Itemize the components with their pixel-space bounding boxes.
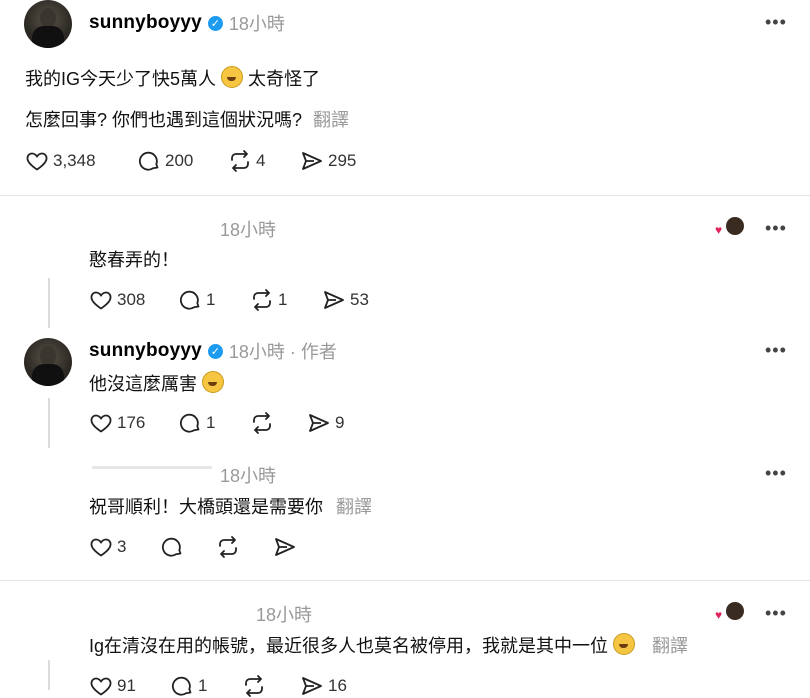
share-count: 53 xyxy=(350,290,369,309)
repost-count: 1 xyxy=(278,290,288,309)
like-count: 3 xyxy=(117,537,127,556)
reply-text: 他沒這麼厲害 xyxy=(89,370,225,396)
reply-button[interactable] xyxy=(160,535,184,559)
reply-button[interactable]: 1 xyxy=(178,411,215,435)
repost-icon xyxy=(219,536,237,558)
like-button[interactable]: 176 xyxy=(89,411,145,435)
reply-count: 1 xyxy=(206,290,216,309)
timestamp-author-tag[interactable]: 18小時 · 作者 xyxy=(229,338,337,364)
send-icon xyxy=(275,538,295,556)
heart-icon: ♥ xyxy=(715,608,723,622)
reply-button[interactable]: 1 xyxy=(178,288,215,312)
repost-icon xyxy=(253,412,271,434)
send-icon xyxy=(324,291,344,309)
repost-count: 4 xyxy=(256,151,266,170)
share-count: 16 xyxy=(328,676,347,695)
like-count: 91 xyxy=(117,676,136,695)
share-count: 9 xyxy=(335,413,345,432)
thread-line xyxy=(48,398,50,448)
reply-count: 1 xyxy=(198,676,208,695)
laughing-emoji-icon xyxy=(202,371,225,393)
like-count: 308 xyxy=(117,290,146,309)
comment-icon xyxy=(139,151,159,171)
repost-icon xyxy=(253,289,271,311)
thread-line xyxy=(48,660,50,690)
share-button[interactable]: 295 xyxy=(300,149,356,173)
translate-link[interactable]: 翻譯 xyxy=(313,110,349,130)
more-options-button[interactable]: ••• xyxy=(765,463,787,484)
heart-icon xyxy=(90,538,112,557)
avatar[interactable] xyxy=(24,338,72,386)
liked-by-author-avatar xyxy=(726,217,744,235)
like-button[interactable]: 3,348 xyxy=(25,149,96,173)
reply-text: 祝哥順利！大橋頭還是需要你 翻譯 xyxy=(89,497,373,517)
comment-icon xyxy=(180,413,200,433)
verified-badge-icon: ✓ xyxy=(207,15,223,31)
send-icon xyxy=(302,152,322,170)
divider xyxy=(0,195,810,196)
like-count: 176 xyxy=(117,413,146,432)
translate-link[interactable]: 翻譯 xyxy=(652,636,688,656)
like-button[interactable]: 91 xyxy=(89,674,136,698)
more-options-button[interactable]: ••• xyxy=(765,12,787,33)
heart-icon: ♥ xyxy=(715,223,723,237)
send-icon xyxy=(309,414,329,432)
reply-count: 1 xyxy=(206,413,216,432)
avatar[interactable] xyxy=(24,0,72,48)
share-button[interactable]: 53 xyxy=(322,288,369,312)
repost-icon xyxy=(245,675,263,697)
translate-link[interactable]: 翻譯 xyxy=(336,497,372,517)
share-button[interactable]: 16 xyxy=(300,674,347,698)
heart-icon xyxy=(90,414,112,433)
heart-icon xyxy=(26,152,48,171)
verified-badge-icon: ✓ xyxy=(207,343,223,359)
more-options-button[interactable]: ••• xyxy=(765,340,787,361)
repost-button[interactable] xyxy=(250,411,274,435)
reply-text: Ig在清沒在用的帳號，最近很多人也莫名被停用，我就是其中一位 翻譯 xyxy=(89,632,688,658)
reply-header: sunnyboyyy ✓ 18小時 · 作者 xyxy=(89,338,337,364)
heart-icon xyxy=(90,291,112,310)
post-header: sunnyboyyy ✓ 18小時 xyxy=(89,10,285,36)
reply-button[interactable]: 1 xyxy=(170,674,207,698)
share-button[interactable] xyxy=(273,535,297,559)
share-count: 295 xyxy=(328,151,357,170)
heart-icon xyxy=(90,677,112,696)
like-button[interactable]: 3 xyxy=(89,535,126,559)
thread-line xyxy=(48,278,50,328)
like-count: 3,348 xyxy=(53,151,96,170)
username[interactable]: sunnyboyyy xyxy=(89,12,202,34)
post-text-line2: 怎麼回事? 你們也遇到這個狀況嗎? 翻譯 xyxy=(25,110,350,130)
hidden-username xyxy=(92,466,212,469)
repost-button[interactable]: 1 xyxy=(250,288,287,312)
username[interactable]: sunnyboyyy xyxy=(89,340,202,362)
reply-count: 200 xyxy=(165,151,194,170)
timestamp[interactable]: 18小時 xyxy=(220,462,276,488)
repost-button[interactable] xyxy=(242,674,266,698)
laughing-emoji-icon xyxy=(221,66,244,88)
comment-icon xyxy=(172,676,192,696)
reply-button[interactable]: 200 xyxy=(137,149,193,173)
repost-button[interactable]: 4 xyxy=(228,149,265,173)
like-button[interactable]: 308 xyxy=(89,288,145,312)
divider xyxy=(0,580,810,581)
repost-button[interactable] xyxy=(216,535,240,559)
send-icon xyxy=(302,677,322,695)
timestamp[interactable]: 18小時 xyxy=(256,601,312,627)
crying-emoji-icon xyxy=(613,633,636,655)
reply-text: 憨春弄的！ xyxy=(89,250,179,270)
timestamp[interactable]: 18小時 xyxy=(229,10,285,36)
comment-icon xyxy=(162,537,182,557)
liked-by-author-avatar xyxy=(726,602,744,620)
comment-icon xyxy=(180,290,200,310)
share-button[interactable]: 9 xyxy=(307,411,344,435)
timestamp[interactable]: 18小時 xyxy=(220,216,276,242)
more-options-button[interactable]: ••• xyxy=(765,218,787,239)
repost-icon xyxy=(231,150,249,172)
more-options-button[interactable]: ••• xyxy=(765,603,787,624)
post-text-line1: 我的IG今天少了快5萬人 太奇怪了 xyxy=(25,65,320,91)
